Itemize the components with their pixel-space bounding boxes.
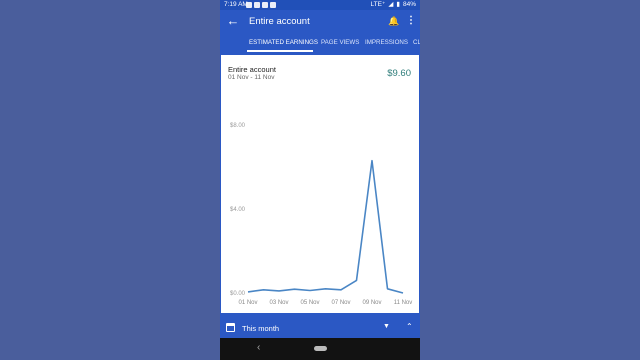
y-tick-label: $0.00 — [230, 291, 246, 297]
earnings-card: $8.00 $4.00 $0.00 01 Nov 03 Nov 05 Nov 07 Nov 0… — [221, 55, 419, 313]
notification-icon — [262, 2, 268, 8]
network-label: LTE⁺ — [370, 1, 386, 8]
tab-page-views[interactable]: PAGE VIEWS — [321, 39, 359, 46]
x-tick-label: 05 Nov — [300, 300, 319, 306]
notification-icon — [254, 2, 260, 8]
calendar-icon — [226, 323, 235, 332]
x-tick-label: 01 Nov — [238, 300, 257, 306]
notification-icon — [270, 2, 276, 8]
tab-estimated-earnings[interactable]: ESTIMATED EARNINGS — [249, 39, 318, 46]
tab-impressions[interactable]: IMPRESSIONS — [365, 39, 408, 46]
system-nav-bar: ‹ — [220, 338, 420, 360]
active-tab-indicator — [247, 50, 313, 52]
card-title: Entire account — [228, 65, 276, 74]
nav-back-icon[interactable]: ‹ — [257, 342, 260, 353]
arrow-back-icon[interactable]: ← — [226, 14, 240, 28]
bell-icon[interactable]: 🔔 — [388, 15, 400, 27]
chevron-up-icon[interactable]: ⌃ — [406, 322, 413, 331]
status-right: LTE⁺ ◢ ▮ 84% — [371, 0, 416, 10]
tab-bar: ESTIMATED EARNINGS PAGE VIEWS IMPRESSION… — [220, 34, 420, 52]
period-label[interactable]: This month — [242, 324, 279, 333]
page-title: Entire account — [249, 16, 310, 27]
total-earnings: $9.60 — [387, 68, 411, 79]
tab-clicks[interactable]: CL — [413, 39, 420, 46]
battery-level: 84% — [402, 1, 416, 8]
nav-home-pill[interactable] — [314, 346, 327, 351]
x-tick-label: 09 Nov — [362, 300, 381, 306]
period-selector[interactable]: This month ▼ ⌃ — [220, 318, 420, 338]
signal-icon: ◢ — [388, 1, 394, 8]
date-range: 01 Nov - 11 Nov — [228, 74, 275, 81]
y-tick-label: $8.00 — [230, 123, 246, 129]
notification-icons — [246, 2, 276, 8]
x-tick-label: 07 Nov — [331, 300, 350, 306]
earnings-chart: $8.00 $4.00 $0.00 01 Nov 03 Nov 05 Nov 07 Nov 0… — [230, 123, 413, 306]
more-vert-icon[interactable]: ⋮ — [406, 15, 416, 27]
status-time: 7:19 AM — [224, 1, 248, 8]
phone-screen: 7:19 AM LTE⁺ ◢ ▮ 84% ← Entire account 🔔 … — [220, 0, 420, 360]
y-tick-label: $4.00 — [230, 207, 246, 213]
status-bar: 7:19 AM LTE⁺ ◢ ▮ 84% — [220, 0, 420, 10]
x-tick-label: 11 Nov — [394, 300, 413, 306]
x-tick-label: 03 Nov — [269, 300, 288, 306]
earnings-line — [247, 159, 404, 294]
app-bar: ← Entire account 🔔 ⋮ — [220, 10, 420, 34]
battery-icon: ▮ — [396, 1, 400, 8]
caret-down-icon[interactable]: ▼ — [383, 323, 390, 330]
notification-icon — [246, 2, 252, 8]
